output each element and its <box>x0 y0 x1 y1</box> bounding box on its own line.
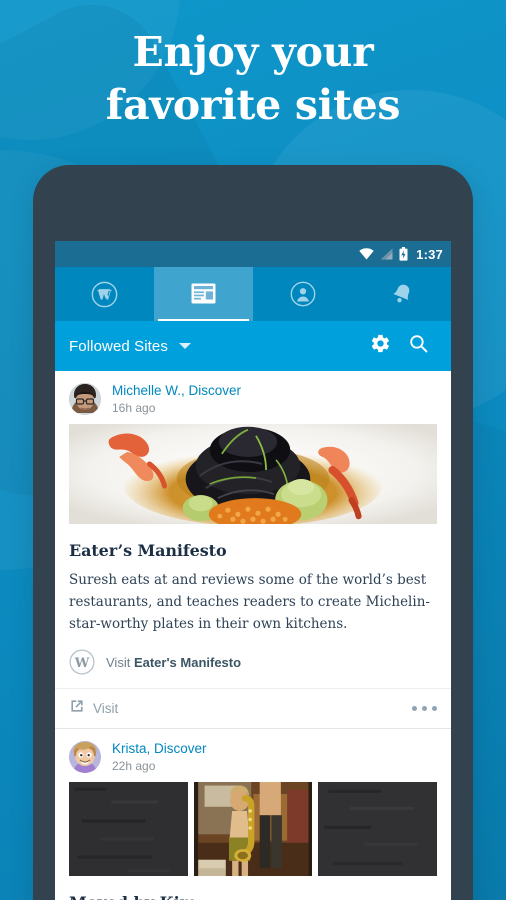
phone-screen: 1:37 W Followed Sites Michelle W., Disco… <box>55 241 451 900</box>
more-horizontal-icon[interactable] <box>412 706 437 711</box>
settings-button[interactable] <box>361 327 399 365</box>
wordpress-icon: W <box>91 281 118 308</box>
tab-notifications[interactable] <box>352 267 451 321</box>
post-card[interactable]: Krista, Discover 22h ago <box>55 729 451 900</box>
tab-reader[interactable] <box>154 267 253 321</box>
post-author[interactable]: Michelle W., Discover <box>112 383 241 399</box>
post-title[interactable]: Moved by Kim <box>55 876 451 900</box>
status-bar: 1:37 <box>55 241 451 267</box>
post-meta: Krista, Discover 22h ago <box>112 741 207 773</box>
wifi-icon <box>359 248 374 260</box>
tab-my-site[interactable]: W <box>55 267 154 321</box>
post-timestamp: 16h ago <box>112 401 156 415</box>
visit-site-name[interactable]: Eater's Manifesto <box>134 655 241 670</box>
svg-text:W: W <box>74 656 90 671</box>
reader-toolbar: Followed Sites <box>55 321 451 371</box>
post-excerpt: Suresh eats at and reviews some of the w… <box>69 572 430 632</box>
visit-action-button[interactable]: Visit <box>69 698 118 719</box>
promo-screenshot: Enjoy your favorite sites 1:37 W Followe… <box>0 0 506 900</box>
post-meta: Michelle W., Discover 16h ago <box>112 383 241 415</box>
visit-prefix: Visit <box>106 654 134 670</box>
battery-charging-icon <box>399 247 408 261</box>
toolbar-title[interactable]: Followed Sites <box>69 338 168 355</box>
gear-icon <box>370 333 391 359</box>
headline-line-2: favorite sites <box>105 81 401 129</box>
search-icon <box>408 333 429 359</box>
post-action-row: Visit <box>55 688 451 728</box>
post-header: Krista, Discover 22h ago <box>55 729 451 782</box>
headline-line-1: Enjoy your <box>132 28 374 76</box>
gallery-image[interactable] <box>318 782 438 876</box>
post-visit-text: Visit Eater's Manifesto <box>106 655 241 670</box>
gallery-image[interactable] <box>193 782 313 876</box>
post-card[interactable]: Michelle W., Discover 16h ago Eater’s Ma… <box>55 371 451 729</box>
post-image-gallery[interactable] <box>69 782 438 876</box>
post-visit-row[interactable]: W Visit Eater's Manifesto <box>55 635 451 688</box>
post-header: Michelle W., Discover 16h ago <box>55 371 451 424</box>
gallery-image[interactable] <box>69 782 188 876</box>
person-circle-icon <box>290 281 316 307</box>
svg-text:W: W <box>96 287 112 302</box>
reader-feed[interactable]: Michelle W., Discover 16h ago Eater’s Ma… <box>55 371 451 900</box>
cell-signal-icon <box>380 248 393 260</box>
tab-me[interactable] <box>253 267 352 321</box>
bell-icon <box>389 281 415 307</box>
phone-mockup: 1:37 W Followed Sites Michelle W., Disco… <box>33 165 473 900</box>
promo-headline: Enjoy your favorite sites <box>0 26 506 132</box>
wordpress-icon: W <box>69 649 95 675</box>
post-featured-image[interactable] <box>69 424 437 524</box>
post-timestamp: 22h ago <box>112 759 156 773</box>
chevron-down-icon[interactable] <box>178 343 191 349</box>
post-author[interactable]: Krista, Discover <box>112 741 207 757</box>
avatar[interactable] <box>69 383 101 415</box>
avatar[interactable] <box>69 741 101 773</box>
visit-action-label: Visit <box>93 701 119 716</box>
external-link-icon <box>69 698 85 719</box>
tab-bar: W <box>55 267 451 321</box>
reader-icon <box>191 283 216 305</box>
search-button[interactable] <box>399 327 437 365</box>
post-title[interactable]: Eater’s Manifesto <box>55 524 451 560</box>
status-bar-time: 1:37 <box>416 246 443 262</box>
